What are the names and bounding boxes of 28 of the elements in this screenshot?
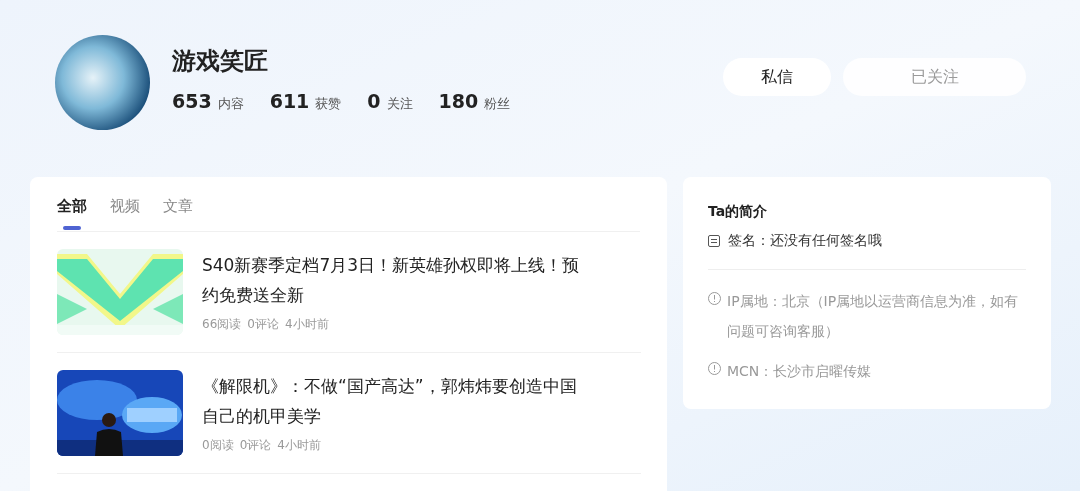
article-title[interactable]: 《解限机》：不做“国产高达”，郭炜炜要创造中国自己的机甲美学: [202, 370, 582, 431]
article-meta: 66阅读: [202, 315, 242, 333]
tab[interactable]: 文章: [163, 195, 193, 231]
stat-label: 获赞: [315, 95, 342, 114]
intro-title: Ta的简介: [708, 202, 769, 221]
tab[interactable]: 视频: [110, 195, 140, 231]
stat-label: 内容: [217, 95, 244, 114]
stat-label: 粉丝: [484, 95, 511, 114]
article-title[interactable]: S40新赛季定档7月3日！新英雄孙权即将上线！预约免费送全新: [202, 249, 582, 310]
signature-text: 签名：还没有任何签名哦: [728, 231, 882, 250]
info-text: IP属地：北京（IP属地以运营商信息为准，如有问题可咨询客服）: [727, 292, 1020, 341]
user-name: 游戏笑匠: [172, 49, 269, 74]
tab[interactable]: 全部: [57, 195, 87, 231]
article-meta: 0评论: [239, 436, 272, 454]
stat-label: 关注: [386, 95, 413, 114]
message-button[interactable]: 私信: [723, 57, 831, 96]
document-icon: [708, 234, 720, 247]
info-icon: [708, 362, 721, 375]
article-meta: 0评论: [247, 315, 279, 333]
stat-count: 180: [438, 89, 479, 115]
info-icon: [708, 292, 721, 305]
article-meta: 0阅读: [202, 436, 234, 454]
stat-count: 611: [269, 89, 310, 115]
article-meta: 4小时前: [284, 315, 329, 333]
stat-count: 0: [367, 89, 381, 115]
info-text: MCN：长沙市启曜传媒: [727, 362, 873, 381]
stat-count: 653: [172, 89, 212, 115]
article-meta: 4小时前: [277, 436, 321, 454]
